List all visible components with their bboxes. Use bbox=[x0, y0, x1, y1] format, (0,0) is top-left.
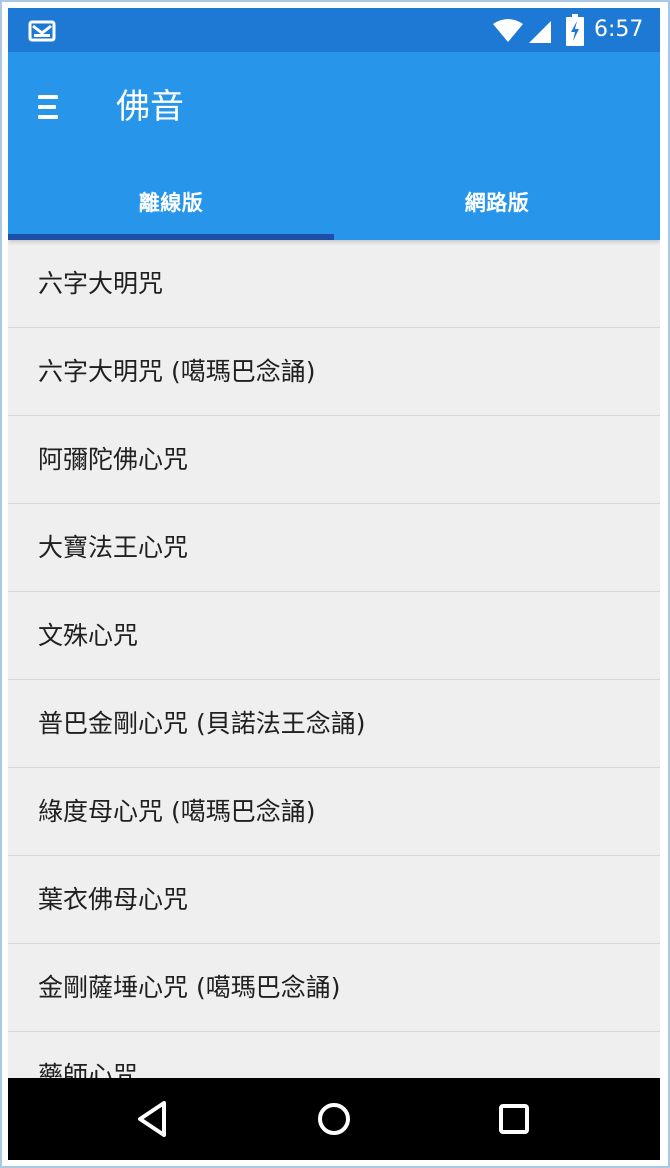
list-item[interactable]: 六字大明咒 (噶瑪巴念誦) bbox=[8, 328, 660, 416]
android-device: 6:57 佛音 離線版 網路版 六字大明咒 六字大明咒 (噶瑪巴念誦) 阿彌陀佛… bbox=[8, 8, 660, 1160]
system-navigation-bar bbox=[8, 1078, 660, 1160]
list-item-label: 六字大明咒 (噶瑪巴念誦) bbox=[38, 356, 316, 386]
mail-icon bbox=[28, 20, 56, 42]
list-item-label: 六字大明咒 bbox=[38, 268, 164, 298]
status-time: 6:57 bbox=[594, 17, 644, 42]
list-item[interactable]: 綠度母心咒 (噶瑪巴念誦) bbox=[8, 768, 660, 856]
list-item[interactable]: 六字大明咒 bbox=[8, 240, 660, 328]
back-button[interactable] bbox=[130, 1095, 178, 1143]
list-item[interactable]: 文殊心咒 bbox=[8, 592, 660, 680]
home-icon bbox=[318, 1103, 350, 1135]
menu-line bbox=[38, 95, 58, 99]
list-item[interactable]: 大寶法王心咒 bbox=[8, 504, 660, 592]
mantra-list[interactable]: 六字大明咒 六字大明咒 (噶瑪巴念誦) 阿彌陀佛心咒 大寶法王心咒 文殊心咒 普… bbox=[8, 240, 660, 1078]
selected-tab-indicator bbox=[8, 234, 334, 240]
list-item[interactable]: 藥師心咒 bbox=[8, 1032, 660, 1079]
list-item-label: 金剛薩埵心咒 (噶瑪巴念誦) bbox=[38, 972, 341, 1002]
menu-line bbox=[38, 115, 58, 119]
list-item[interactable]: 葉衣佛母心咒 bbox=[8, 856, 660, 944]
cell-signal-icon bbox=[529, 21, 551, 43]
list-item-label: 葉衣佛母心咒 bbox=[38, 884, 189, 914]
tab-offline-label: 離線版 bbox=[138, 191, 204, 215]
recent-apps-icon bbox=[499, 1104, 529, 1134]
list-item-label: 綠度母心咒 (噶瑪巴念誦) bbox=[38, 796, 316, 826]
tab-online[interactable]: 網路版 bbox=[334, 164, 660, 240]
app-bar: 佛音 離線版 網路版 bbox=[8, 52, 660, 240]
status-bar: 6:57 bbox=[8, 8, 660, 52]
tab-online-label: 網路版 bbox=[464, 191, 530, 215]
list-item-label: 普巴金剛心咒 (貝諾法王念誦) bbox=[38, 708, 366, 738]
list-item-label: 藥師心咒 bbox=[38, 1060, 139, 1079]
wifi-icon bbox=[493, 19, 523, 42]
list-item[interactable]: 阿彌陀佛心咒 bbox=[8, 416, 660, 504]
list-item[interactable]: 普巴金剛心咒 (貝諾法王念誦) bbox=[8, 680, 660, 768]
list-item[interactable]: 金剛薩埵心咒 (噶瑪巴念誦) bbox=[8, 944, 660, 1032]
back-icon bbox=[138, 1101, 166, 1137]
tab-bar: 離線版 網路版 bbox=[8, 164, 660, 240]
home-button[interactable] bbox=[310, 1095, 358, 1143]
list-item-label: 大寶法王心咒 bbox=[38, 532, 189, 562]
recent-apps-button[interactable] bbox=[490, 1095, 538, 1143]
menu-icon[interactable] bbox=[38, 92, 62, 122]
list-item-label: 阿彌陀佛心咒 bbox=[38, 444, 189, 474]
list-item-label: 文殊心咒 bbox=[38, 620, 139, 650]
app-title: 佛音 bbox=[116, 87, 184, 127]
battery-charging-icon bbox=[566, 14, 584, 46]
tab-offline[interactable]: 離線版 bbox=[8, 164, 334, 240]
menu-line bbox=[38, 105, 56, 109]
